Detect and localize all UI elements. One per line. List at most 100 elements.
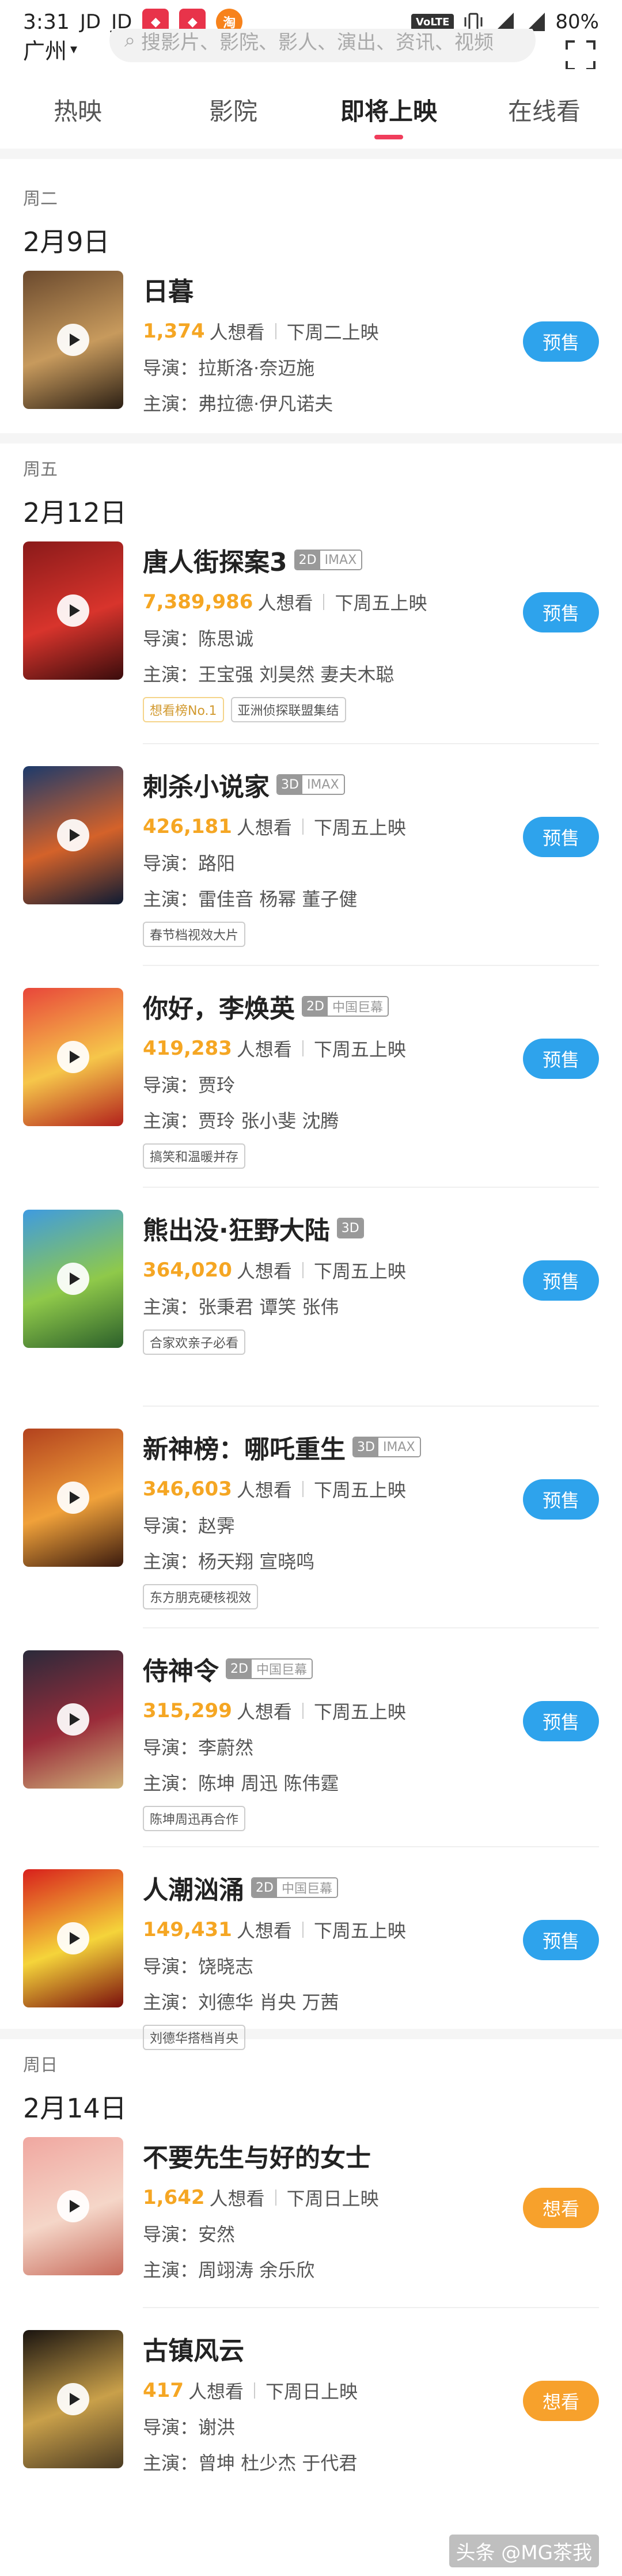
presale-button[interactable]: 预售 [523,817,599,857]
movie-title[interactable]: 熊出没·狂野大陆 [143,1210,330,1247]
director-prefix: 导演： [143,1956,199,1978]
want-count: 149,431 [143,1918,232,1941]
presale-button[interactable]: 预售 [523,1260,599,1301]
movie-card[interactable]: 唐人街探案3 2D IMAX 7,389,986 人想看 下周五上映 导演：陈思诚 主演：王宝… [23,541,599,722]
movie-card[interactable]: 你好，李焕英 2D 中国巨幕 419,283 人想看 下周五上映 导演：贾玲 主演：贾玲 张小… [23,988,599,1169]
format-dimension: 3D [278,775,302,794]
format-screen: 中国巨幕 [276,1878,337,1897]
play-icon[interactable] [57,1263,89,1295]
movie-card[interactable]: 侍神令 2D 中国巨幕 315,299 人想看 下周五上映 导演：李蔚然 主演：陈坤 周迅 陈… [23,1650,599,1831]
movie-title[interactable]: 新神榜：哪吒重生 [143,1429,346,1465]
chevron-down-icon[interactable]: ▾ [70,41,77,57]
tab-0[interactable]: 热映 [0,75,156,150]
play-icon[interactable] [57,594,89,627]
cast-prefix: 主演： [143,888,199,910]
movie-poster[interactable] [23,271,123,409]
tag-line: 陈坤周迅再合作 [143,1806,511,1831]
cast-line: 主演：弗拉德·伊凡诺夫 [143,389,511,416]
movie-card[interactable]: 不要先生与好的女士 1,642 人想看 下周日上映 导演：安然 主演：周翊涛 余乐欣 想看 [23,2137,599,2310]
play-icon[interactable] [57,2383,89,2415]
movie-title[interactable]: 日暮 [143,271,194,308]
want-suffix: 人想看 [236,1701,292,1723]
play-icon[interactable] [57,324,89,356]
movie-title[interactable]: 刺杀小说家 [143,766,270,803]
want-count: 417 [143,2379,184,2402]
want-to-see-button[interactable]: 想看 [523,2188,599,2228]
movie-card[interactable]: 熊出没·狂野大陆 3D 364,020 人想看 下周五上映 主演：张秉君 谭笑 张伟 合家欢… [23,1210,599,1382]
row-divider [143,1627,599,1628]
movie-poster[interactable] [23,766,123,904]
format-badge: 2D 中国巨幕 [251,1877,338,1898]
scan-icon[interactable] [564,39,597,69]
divider [302,1262,304,1278]
want-count: 7,389,986 [143,590,253,613]
format-dimension: 2D [303,997,328,1016]
presale-button[interactable]: 预售 [523,1039,599,1079]
play-icon[interactable] [57,1482,89,1514]
play-icon[interactable] [57,1703,89,1736]
play-icon[interactable] [57,1041,89,1073]
divider [0,149,622,159]
want-stat-line: 315,299 人想看 下周五上映 [143,1698,511,1724]
want-suffix: 人想看 [236,1479,292,1501]
director-line: 导演：拉斯洛·奈迈施 [143,354,511,380]
tab-label: 即将上映 [340,97,437,126]
movie-card[interactable]: 古镇风云 417 人想看 下周日上映 导演：谢洪 主演：曾坤 杜少杰 于代君 想看 [23,2330,599,2503]
movie-poster[interactable] [23,1869,123,2007]
movie-card[interactable]: 刺杀小说家 3D IMAX 426,181 人想看 下周五上映 导演：路阳 主演：雷佳音 杨幂… [23,766,599,947]
presale-button[interactable]: 预售 [523,592,599,632]
presale-button[interactable]: 预售 [523,1920,599,1960]
search-icon: ⌕ [124,29,136,52]
director-prefix: 导演： [143,853,199,874]
movie-poster[interactable] [23,2330,123,2468]
tab-3[interactable]: 在线看 [466,75,622,150]
director-name: 赵霁 [198,1515,236,1537]
tab-label: 影院 [208,97,257,126]
title-line: 不要先生与好的女士 [143,2137,511,2174]
city-selector[interactable]: 广州 [23,33,67,65]
title-line: 古镇风云 [143,2330,511,2367]
movie-title[interactable]: 不要先生与好的女士 [143,2137,371,2174]
day-weekday: 周日 [23,2055,58,2075]
movie-poster[interactable] [23,1210,123,1348]
director-line: 导演：李蔚然 [143,1733,511,1760]
cast-line: 主演：曾坤 杜少杰 于代君 [143,2449,511,2475]
movie-title[interactable]: 侍神令 [143,1650,219,1687]
play-icon[interactable] [57,1922,89,1954]
director-line: 导演：陈思诚 [143,624,511,651]
cast-prefix: 主演： [143,2452,199,2474]
divider [275,2189,276,2206]
search-input[interactable]: ⌕ 搜影片、影院、影人、演出、资讯、视频 [109,29,536,62]
want-suffix: 人想看 [209,321,265,343]
tab-1[interactable]: 影院 [156,75,311,150]
cast-prefix: 主演： [143,664,199,685]
presale-button[interactable]: 预售 [523,1479,599,1520]
movie-card[interactable]: 人潮汹涌 2D 中国巨幕 149,431 人想看 下周五上映 导演：饶晓志 主演：刘德华 肖央… [23,1869,599,2050]
release-date: 下周二上映 [286,321,379,343]
movie-title[interactable]: 你好，李焕英 [143,988,295,1025]
movie-poster[interactable] [23,1650,123,1789]
divider [302,1922,304,1938]
day-weekday: 周五 [23,460,58,480]
want-to-see-button[interactable]: 想看 [523,2381,599,2421]
presale-button[interactable]: 预售 [523,321,599,362]
divider [254,2382,255,2399]
cast-line: 主演：杨天翔 宣晓鸣 [143,1547,511,1574]
movie-title[interactable]: 古镇风云 [143,2330,244,2367]
movie-title[interactable]: 唐人街探案3 [143,541,287,578]
want-suffix: 人想看 [188,2381,244,2403]
play-icon[interactable] [57,2190,89,2222]
movie-card[interactable]: 日暮 1,374 人想看 下周二上映 导演：拉斯洛·奈迈施 主演：弗拉德·伊凡诺夫 预售 [23,271,599,444]
cast-line: 主演：王宝强 刘昊然 妻夫木聪 [143,660,511,687]
movie-poster[interactable] [23,2137,123,2275]
presale-button[interactable]: 预售 [523,1701,599,1741]
want-stat-line: 1,374 人想看 下周二上映 [143,318,511,344]
tab-2[interactable]: 即将上映 [311,75,466,150]
movie-card[interactable]: 新神榜：哪吒重生 3D IMAX 346,603 人想看 下周五上映 导演：赵霁 主演：杨天翔… [23,1429,599,1609]
movie-poster[interactable] [23,988,123,1126]
cast-line: 主演：贾玲 张小斐 沈腾 [143,1107,511,1133]
movie-title[interactable]: 人潮汹涌 [143,1869,244,1906]
movie-poster[interactable] [23,541,123,680]
play-icon[interactable] [57,819,89,851]
movie-poster[interactable] [23,1429,123,1567]
